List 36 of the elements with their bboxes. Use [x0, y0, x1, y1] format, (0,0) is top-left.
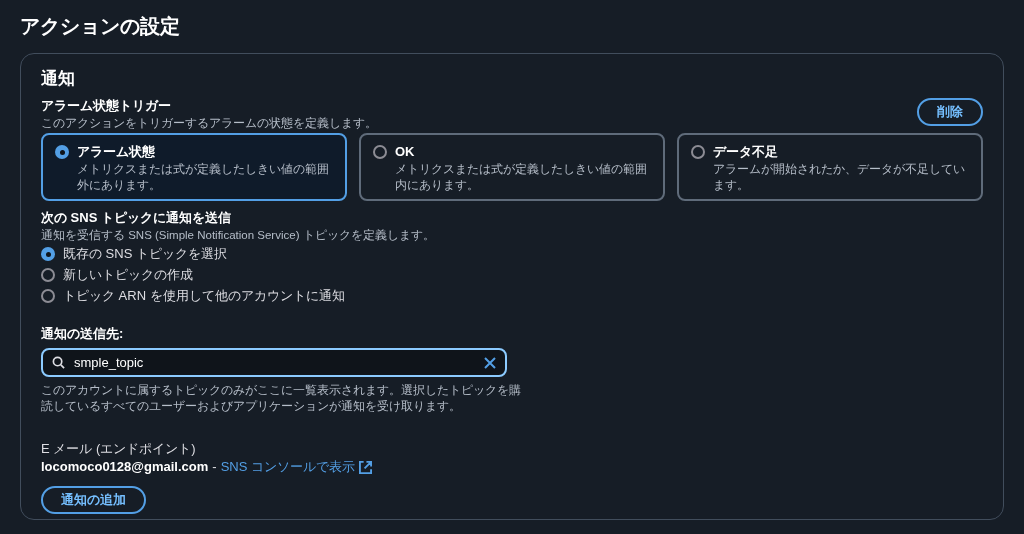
option-card[interactable]: アラーム状態 メトリクスまたは式が定義したしきい値の範囲外にあります。 [41, 133, 347, 201]
console-link[interactable]: SNS コンソールで表示 [220, 458, 355, 476]
option-description: アラームが開始されたか、データが不足しています。 [713, 162, 966, 193]
field-label: E メール (エンドポイント) [41, 440, 197, 458]
search-icon [52, 356, 65, 369]
add-notification-button[interactable]: 通知の追加 [41, 486, 146, 514]
radio-button[interactable] [55, 145, 69, 159]
option-description: メトリクスまたは式が定義したしきい値の範囲外にあります。 [77, 162, 330, 193]
option-label: アラーム状態 [77, 143, 156, 161]
option-card[interactable]: OK メトリクスまたは式が定義したしきい値の範囲内にあります。 [359, 133, 665, 201]
option-label: データ不足 [713, 143, 779, 161]
remove-button[interactable]: 削除 [917, 98, 983, 126]
radio-button[interactable] [41, 268, 55, 282]
field-label: アラーム状態トリガー [41, 97, 172, 115]
option-description: メトリクスまたは式が定義したしきい値の範囲内にあります。 [395, 162, 648, 193]
clear-icon[interactable] [484, 356, 496, 369]
field-description: このアクションをトリガーするアラームの状態を定義します。 [41, 116, 377, 131]
help-text: このアカウントに属するトピックのみがここに一覧表示されます。選択したトピックを購読しているすべてのユーザーおよびアプリケーションが通知を受け取ります。 [41, 383, 521, 414]
search-field[interactable]: smple_topic [41, 348, 507, 377]
radio-label: 既存の SNS トピックを選択 [63, 245, 227, 264]
field-description: 通知を受信する SNS (Simple Notification Service) トピックを定義します。 [41, 228, 436, 243]
field-label: 次の SNS トピックに通知を送信 [41, 209, 232, 227]
radio-button[interactable] [373, 145, 387, 159]
radio-label: 新しいトピックの作成 [63, 266, 193, 285]
external-link-icon[interactable] [359, 460, 372, 474]
radio-button[interactable] [691, 145, 705, 159]
option-label: OK [395, 143, 416, 161]
radio-label: トピック ARN を使用して他のアカウントに通知 [63, 287, 345, 306]
field-label: 通知の送信先: [41, 325, 125, 343]
panel-title: 通知 [41, 68, 76, 90]
radio-button[interactable] [41, 247, 55, 261]
option-card[interactable]: データ不足 アラームが開始されたか、データが不足しています。 [677, 133, 983, 201]
separator-text: - [212, 458, 217, 476]
radio-button[interactable] [41, 289, 55, 303]
email-address: locomoco0128@gmail.com [41, 458, 209, 476]
page-title: アクションの設定 [20, 14, 181, 39]
